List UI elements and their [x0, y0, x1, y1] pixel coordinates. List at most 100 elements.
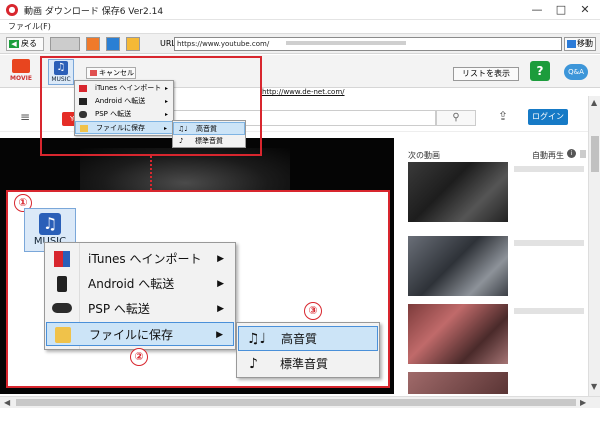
upload-icon[interactable]: ⇪: [498, 109, 508, 123]
itunes-import-icon: [54, 251, 70, 267]
scroll-up-icon[interactable]: ▲: [591, 98, 597, 107]
autoplay-toggle[interactable]: [580, 150, 586, 158]
show-list-button[interactable]: リストを表示: [453, 67, 519, 81]
menu-item-label: 高音質: [196, 125, 217, 133]
video-thumbnail[interactable]: [408, 304, 508, 364]
minimize-button[interactable]: —: [528, 2, 546, 18]
site-link[interactable]: http://www.de-net.com/: [262, 88, 345, 96]
qa-button[interactable]: Q&A: [564, 64, 588, 80]
music-note-icon: ♫: [39, 213, 61, 235]
menu-item-standard-quality: ♪ 標準音質: [238, 352, 378, 377]
menu-item-high-quality[interactable]: ♫♩ 高音質: [173, 122, 245, 135]
scroll-left-icon[interactable]: ◀: [4, 398, 10, 407]
movie-icon: [12, 59, 30, 73]
help-icon[interactable]: ?: [530, 61, 550, 81]
title-bar: ● 動画 ダウンロード 保存6 Ver2.14 — □ ✕: [0, 0, 600, 20]
go-button[interactable]: 移動: [564, 37, 596, 51]
app-icon: ●: [6, 4, 18, 16]
video-thumbnail[interactable]: [408, 162, 508, 222]
menu-item-psp: PSP へ転送 ▶: [46, 297, 234, 321]
video-thumbnail[interactable]: [408, 236, 508, 296]
menu-item-itunes[interactable]: iTunes へインポート ▸: [75, 82, 173, 95]
menu-item-label: Android へ転送: [88, 277, 175, 291]
info-icon[interactable]: i: [567, 149, 576, 158]
menu-item-itunes: iTunes へインポート ▶: [46, 247, 234, 271]
psp-icon: [79, 111, 87, 118]
music-note-icon: ♪: [249, 356, 258, 372]
scroll-down-icon[interactable]: ▼: [591, 382, 597, 391]
navigation-toolbar: ◀ 戻る URL https://www.youtube.com/ 移動: [0, 34, 600, 54]
menu-item-high-quality: ♫♩ 高音質: [238, 326, 378, 351]
itunes-icon: [79, 85, 87, 92]
submenu-arrow-icon: ▸: [164, 111, 168, 118]
movie-label: MOVIE: [10, 75, 32, 82]
submenu-arrow-icon: ▸: [163, 125, 167, 132]
back-arrow-icon: ◀: [9, 40, 19, 48]
scroll-right-icon[interactable]: ▶: [580, 398, 586, 407]
back-button[interactable]: ◀ 戻る: [6, 37, 44, 51]
menu-item-standard-quality[interactable]: ♪ 標準音質: [173, 135, 245, 148]
step-3-badge: ③: [304, 302, 322, 320]
menu-item-android: Android へ転送 ▶: [46, 272, 234, 296]
callout-connector: [150, 156, 152, 190]
menu-item-save-file: ファイルに保存 ▶: [46, 322, 234, 346]
psp-icon: [52, 303, 72, 313]
go-arrow-icon: [567, 40, 576, 48]
close-button[interactable]: ✕: [576, 2, 594, 18]
folder-icon: [80, 125, 88, 132]
menu-item-label: 高音質: [281, 332, 318, 346]
disabled-nav-button: [50, 37, 80, 51]
high-quality-icon: ♫♩: [247, 331, 267, 347]
video-meta: [514, 240, 584, 246]
menu-item-label: PSP へ転送: [95, 110, 132, 118]
save-quality-submenu-zoomed: ♫♩ 高音質 ♪ 標準音質: [236, 322, 380, 378]
autoplay-label: 自動再生: [532, 151, 564, 160]
menu-item-label: 標準音質: [280, 357, 329, 371]
video-thumbnail[interactable]: [408, 372, 508, 394]
menu-item-label: iTunes へインポート: [88, 252, 202, 266]
next-videos-heading: 次の動画: [408, 151, 440, 160]
music-context-menu-zoomed: iTunes へインポート ▶ Android へ転送 ▶ PSP へ転送 ▶ …: [44, 242, 236, 350]
menu-item-label: PSP へ転送: [88, 302, 150, 316]
menu-item-label: ファイルに保存: [89, 328, 174, 342]
submenu-arrow-icon: ▸: [164, 85, 168, 92]
video-meta: [514, 166, 584, 172]
search-icon[interactable]: ⚲: [436, 110, 476, 126]
hamburger-icon[interactable]: ≡: [20, 110, 30, 124]
submenu-arrow-icon: ▶: [217, 304, 224, 314]
refresh-icon[interactable]: [86, 37, 100, 51]
android-phone-icon: [57, 276, 67, 292]
maximize-button[interactable]: □: [552, 2, 570, 18]
scroll-thumb[interactable]: [591, 136, 599, 172]
menu-item-label: ファイルに保存: [96, 124, 145, 132]
save-quality-submenu: ♫♩ 高音質 ♪ 標準音質: [172, 120, 246, 148]
back-label: 戻る: [21, 39, 37, 48]
menu-item-psp[interactable]: PSP へ転送 ▸: [75, 108, 173, 121]
scroll-thumb[interactable]: [16, 399, 576, 406]
submenu-arrow-icon: ▶: [216, 330, 223, 340]
submenu-arrow-icon: ▶: [217, 279, 224, 289]
menu-bar: ファイル(F): [0, 20, 600, 34]
window-title: 動画 ダウンロード 保存6 Ver2.14: [24, 7, 164, 17]
url-redacted: [286, 41, 406, 45]
movie-button[interactable]: MOVIE: [8, 59, 34, 85]
menu-item-label: Android へ転送: [95, 97, 146, 105]
menu-file[interactable]: ファイル(F): [8, 21, 51, 32]
video-meta: [514, 308, 584, 314]
menu-item-save-file[interactable]: ファイルに保存 ▸: [75, 121, 173, 134]
horizontal-scrollbar[interactable]: ◀ ▶: [0, 396, 600, 408]
folder-icon: [55, 327, 71, 343]
submenu-arrow-icon: ▸: [164, 98, 168, 105]
vertical-scrollbar[interactable]: ▲ ▼: [588, 96, 600, 396]
submenu-arrow-icon: ▶: [217, 254, 224, 264]
menu-item-label: 標準音質: [195, 137, 223, 145]
bookmark-icon[interactable]: [126, 37, 140, 51]
step-2-badge: ②: [130, 348, 148, 366]
music-context-menu: iTunes へインポート ▸ Android へ転送 ▸ PSP へ転送 ▸ …: [74, 80, 174, 136]
go-label: 移動: [577, 39, 593, 48]
home-icon[interactable]: [106, 37, 120, 51]
login-button[interactable]: ログイン: [528, 109, 568, 125]
music-note-icon: ♪: [179, 137, 184, 145]
menu-item-label: iTunes へインポート: [95, 84, 162, 92]
menu-item-android[interactable]: Android へ転送 ▸: [75, 95, 173, 108]
